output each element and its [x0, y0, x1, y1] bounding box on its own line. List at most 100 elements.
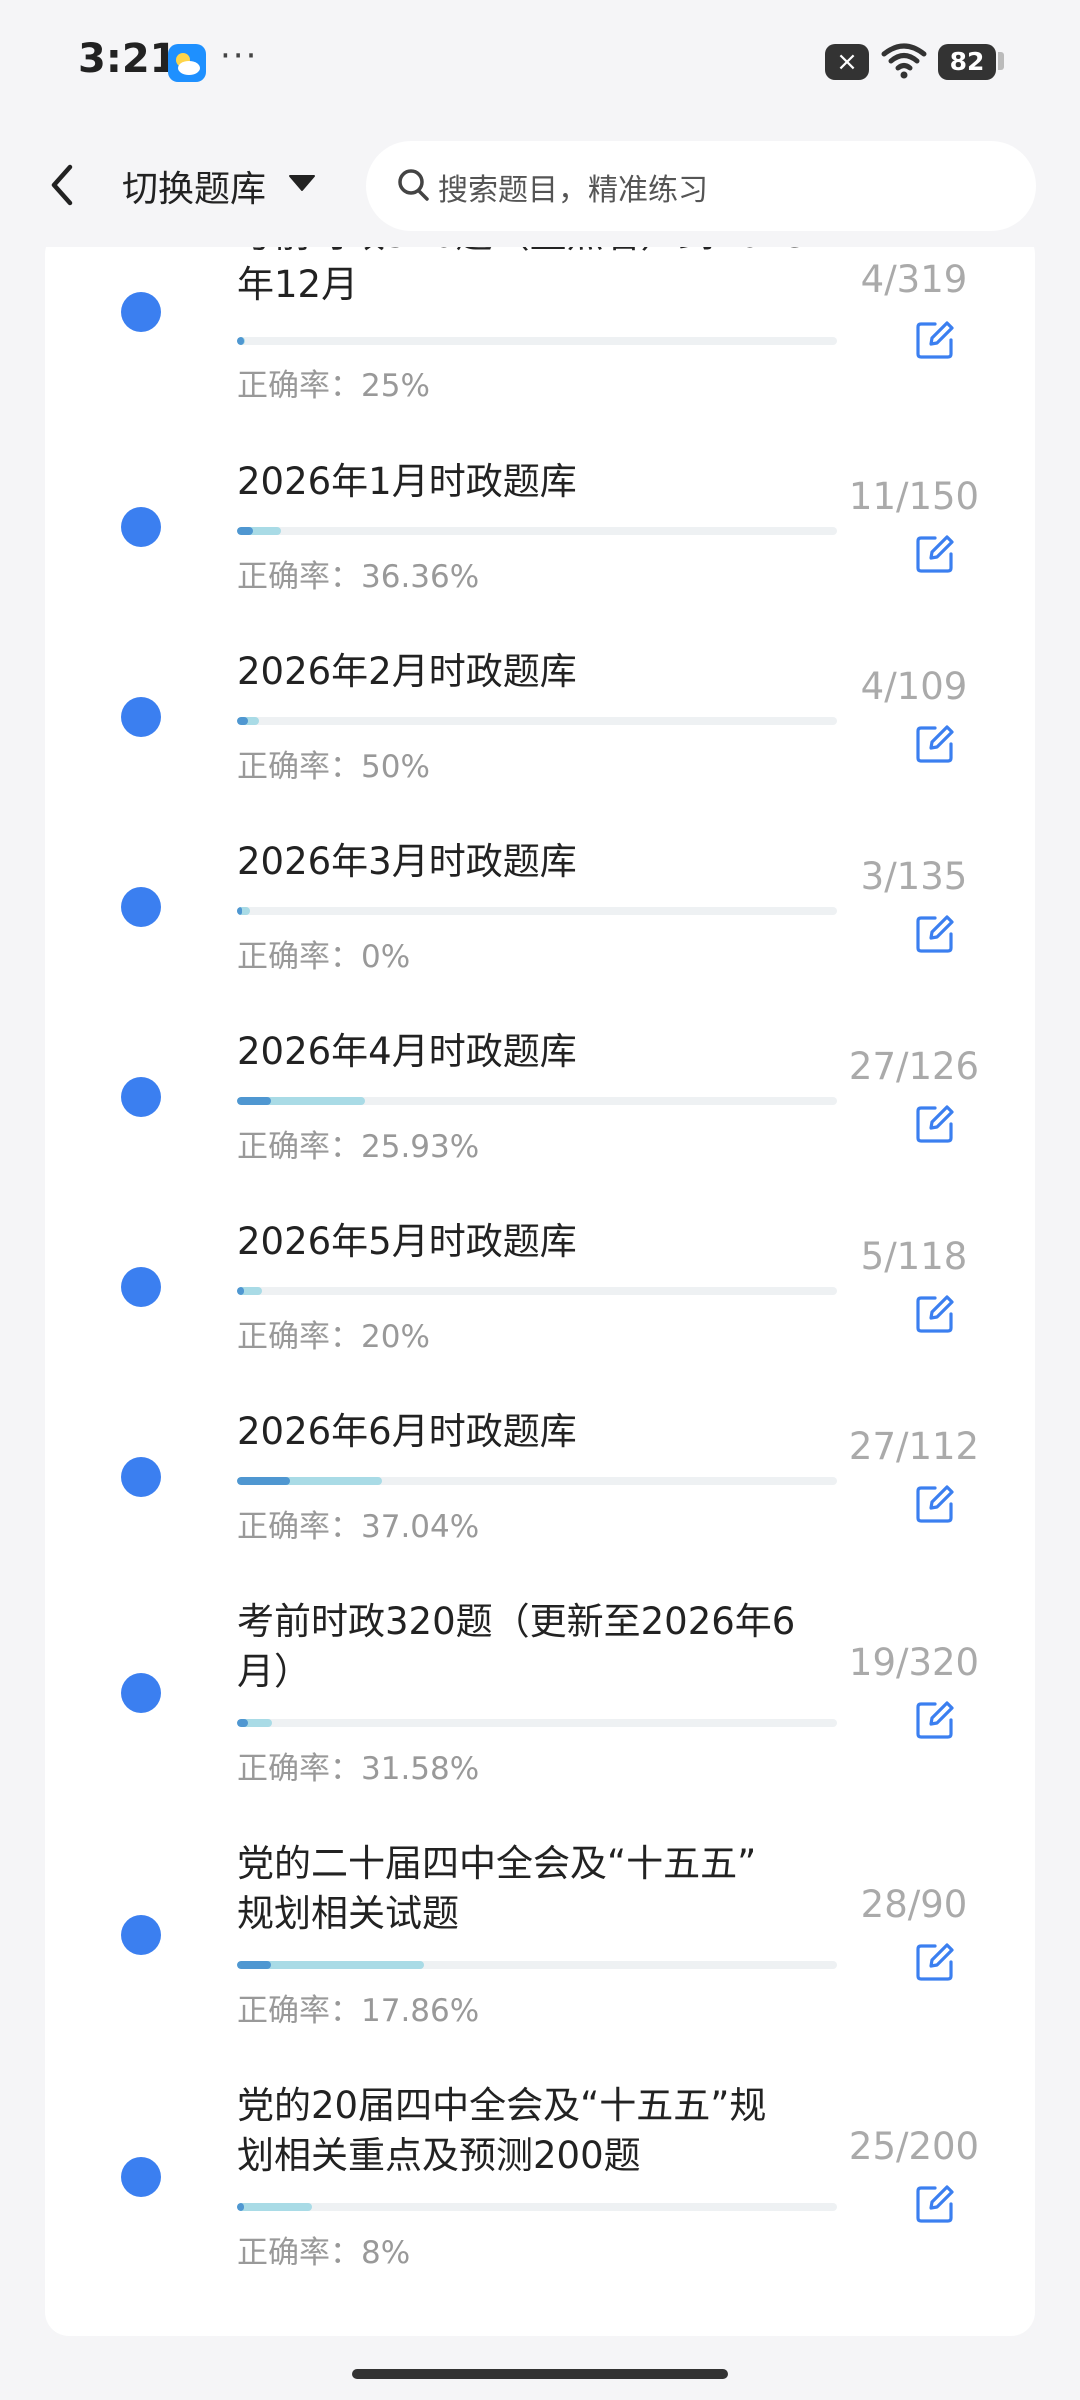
progress-correct-fill [237, 1477, 291, 1485]
caret-down-icon[interactable] [288, 173, 316, 197]
list-item[interactable]: 2026年3月时政题库 正确率：0% 3/135 [45, 825, 1035, 1005]
bank-title: 2026年6月时政题库 [237, 1410, 577, 1453]
progress-correct-fill [237, 717, 248, 725]
bullet-dot [121, 887, 161, 927]
accuracy-text: 正确率：31.58% [237, 1751, 480, 1787]
bullet-dot [121, 507, 161, 547]
answered-count: 27/112 [848, 1425, 980, 1468]
bank-title: 2026年1月时政题库 [237, 460, 577, 503]
bank-title: 党的20届四中全会及“十五五”规 划相关重点及预测200题 [237, 2081, 857, 2181]
bullet-dot [121, 292, 161, 332]
list-item[interactable]: 2026年1月时政题库 正确率：36.36% 11/150 [45, 445, 1035, 625]
accuracy-text: 正确率：36.36% [237, 559, 480, 595]
list-item[interactable]: 党的二十届四中全会及“十五五” 规划相关试题 正确率：17.86% 28/90 [45, 1827, 1035, 2057]
bank-title-line: 党的20届四中全会及“十五五”规 [237, 2084, 767, 2127]
search-input[interactable]: 搜索题目，精准练习 [366, 141, 1036, 231]
edit-icon[interactable] [915, 1294, 955, 1334]
progress-correct-fill [237, 1287, 245, 1295]
bank-title-line: 年12月 [237, 263, 359, 306]
progress-fill [237, 2203, 312, 2211]
edit-icon[interactable] [915, 1700, 955, 1740]
question-bank-list: 考前时政320题（重点看）到2025 年12月 正确率：25% 4/319 20… [45, 230, 1035, 2336]
list-item[interactable]: 2026年2月时政题库 正确率：50% 4/109 [45, 635, 1035, 815]
edit-icon[interactable] [915, 1104, 955, 1144]
progress-bar [237, 1287, 837, 1295]
progress-bar [237, 1477, 837, 1485]
list-item[interactable]: 党的20届四中全会及“十五五”规 划相关重点及预测200题 正确率：8% 25/… [45, 2069, 1035, 2299]
bank-title: 党的二十届四中全会及“十五五” 规划相关试题 [237, 1839, 857, 1939]
progress-bar [237, 1719, 837, 1727]
top-header: 切换题库 搜索题目，精准练习 [0, 125, 1080, 247]
bullet-dot [121, 2157, 161, 2197]
accuracy-text: 正确率：25% [237, 368, 430, 404]
home-indicator[interactable] [352, 2369, 728, 2379]
edit-icon[interactable] [915, 724, 955, 764]
edit-icon[interactable] [915, 320, 955, 360]
bank-title-line: 规划相关试题 [237, 1892, 459, 1935]
progress-bar [237, 337, 837, 345]
search-placeholder: 搜索题目，精准练习 [438, 173, 708, 208]
accuracy-text: 正确率：8% [237, 2235, 411, 2271]
accuracy-text: 正确率：20% [237, 1319, 430, 1355]
accuracy-text: 正确率：17.86% [237, 1993, 480, 2029]
status-bar: 3:21 ··· × 82 [0, 0, 1080, 125]
bank-title: 2026年5月时政题库 [237, 1220, 577, 1263]
edit-icon[interactable] [915, 2184, 955, 2224]
answered-count: 19/320 [848, 1641, 980, 1684]
progress-bar [237, 527, 837, 535]
progress-bar [237, 2203, 837, 2211]
bullet-dot [121, 1673, 161, 1713]
battery-level: 82 [938, 44, 996, 80]
edit-icon[interactable] [915, 914, 955, 954]
edit-icon[interactable] [915, 1484, 955, 1524]
bank-title-line: 月） [237, 1650, 311, 1693]
answered-count: 11/150 [848, 475, 980, 518]
progress-correct-fill [237, 2203, 245, 2211]
list-item[interactable]: 考前时政320题（重点看）到2025 年12月 正确率：25% 4/319 [45, 230, 1035, 420]
search-icon [396, 167, 432, 209]
battery-tip-icon [998, 52, 1004, 70]
edit-icon[interactable] [915, 534, 955, 574]
progress-correct-fill [237, 1719, 249, 1727]
bullet-dot [121, 697, 161, 737]
list-item[interactable]: 2026年4月时政题库 正确率：25.93% 27/126 [45, 1015, 1035, 1195]
answered-count: 4/319 [860, 258, 968, 301]
clock: 3:21 [78, 36, 178, 82]
progress-bar [237, 907, 837, 915]
progress-correct-fill [237, 337, 245, 345]
accuracy-text: 正确率：25.93% [237, 1129, 480, 1165]
accuracy-text: 正确率：37.04% [237, 1509, 480, 1545]
answered-count: 25/200 [848, 2125, 980, 2168]
bullet-dot [121, 1457, 161, 1497]
bank-title: 考前时政320题（更新至2026年6 月） [237, 1597, 857, 1697]
list-item[interactable]: 2026年6月时政题库 正确率：37.04% 27/112 [45, 1395, 1035, 1575]
list-item[interactable]: 2026年5月时政题库 正确率：20% 5/118 [45, 1205, 1035, 1385]
more-notifications-icon: ··· [220, 36, 259, 76]
bullet-dot [121, 1915, 161, 1955]
switch-question-bank-button[interactable]: 切换题库 [122, 160, 266, 212]
bank-title: 2026年3月时政题库 [237, 840, 577, 883]
edit-icon[interactable] [915, 1942, 955, 1982]
bank-title-line: 划相关重点及预测200题 [237, 2134, 641, 2177]
weather-app-icon [168, 44, 206, 82]
progress-bar [237, 1097, 837, 1105]
bullet-dot [121, 1267, 161, 1307]
bank-title-line: 考前时政320题（更新至2026年6 [237, 1600, 796, 1643]
progress-bar [237, 1961, 837, 1969]
progress-correct-fill [237, 1961, 271, 1969]
bank-title: 2026年2月时政题库 [237, 650, 577, 693]
answered-count: 4/109 [860, 665, 968, 708]
progress-correct-fill [237, 1097, 271, 1105]
answered-count: 3/135 [860, 855, 968, 898]
wifi-icon [880, 40, 928, 84]
accuracy-text: 正确率：50% [237, 749, 430, 785]
bank-title: 2026年4月时政题库 [237, 1030, 577, 1073]
answered-count: 27/126 [848, 1045, 980, 1088]
list-item[interactable]: 考前时政320题（更新至2026年6 月） 正确率：31.58% 19/320 [45, 1585, 1035, 1815]
back-arrow-icon[interactable] [42, 157, 82, 213]
bank-title-line: 党的二十届四中全会及“十五五” [237, 1842, 757, 1885]
answered-count: 5/118 [860, 1235, 968, 1278]
accuracy-text: 正确率：0% [237, 939, 411, 975]
progress-correct-fill [237, 907, 242, 915]
progress-bar [237, 717, 837, 725]
